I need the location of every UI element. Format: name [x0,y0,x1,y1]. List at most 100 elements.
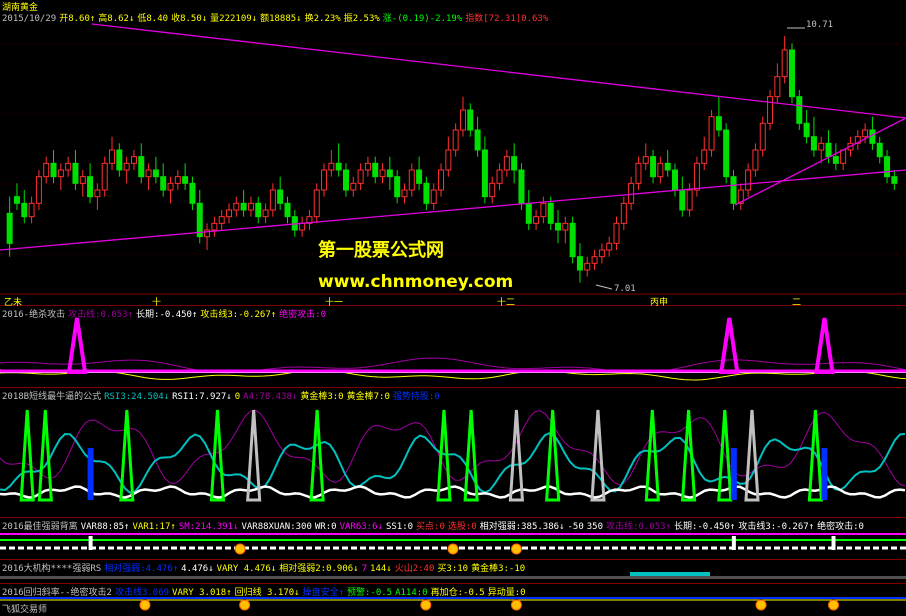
indicator-panel-huigui[interactable]: 2016回归斜率--绝密攻击2 攻击线3.069 VARY 3.018↑ 回归线 3.… [0,584,906,616]
main-info-item: 高8.62↓ [98,14,135,24]
candle-body [87,176,94,198]
smiley-icon [510,543,522,555]
p3-info-item: 黄金棒3:0 [300,392,344,402]
p5-info-item: 火山2:40 [394,564,435,574]
candle-body [174,176,181,184]
candle-body [247,202,254,211]
p3-spike-green [463,409,479,502]
candle-body [357,169,364,184]
main-chart-panel[interactable]: 湖南黄金 2015/10/29 开8.60↑ 高8.62↓ 低8.40 收8.50↓ 量2… [0,0,906,308]
p3-info-item: 黄金棒7:0 [346,392,390,402]
p5-info-item: VARY 4.476↓ [216,564,277,574]
candle-body [613,222,620,244]
p3-info-item: 0 [234,392,241,402]
candle-body [723,129,730,178]
candle-body [218,216,225,224]
candle-body [876,142,883,158]
candle-body [445,149,452,171]
candle-body [503,156,510,171]
p4-info-item: VAR1:17↑ [132,522,176,532]
main-info-item: 换2.23% [304,14,341,24]
candle-body [416,169,423,184]
candle-body [101,162,108,191]
p6-info-item: 攻击线3.069 [114,588,170,598]
candle-body [745,169,752,191]
candlestick-chart[interactable] [0,0,906,306]
main-info-item: 开8.60↑ [59,14,96,24]
watermark-url: www.chnmoney.com [318,272,514,292]
p6-info-bar: 2016回归斜率--绝密攻击2 攻击线3.069 VARY 3.018↑ 回归线 3.… [2,585,529,598]
candle-body [335,162,342,171]
p6-info-item: 回归线 3.170↓ [234,588,300,598]
p4-info-item: 攻击线:0.053↑ [606,522,671,532]
candle-body [796,96,803,124]
p3-spike-green [309,409,325,502]
candle-body [284,202,291,218]
p2-info-item: 绝密攻击:0 [279,310,327,320]
p4-info-item: 绝密攻击:0 [817,522,864,532]
p5-info-item: 2016大机构****强弱RS [2,564,102,574]
p2-info-item: 2016-绝杀攻击 [2,310,66,320]
candle-body [481,149,488,198]
candle-body [628,182,635,204]
p4-info-item: 买点:0 [416,522,445,532]
candle-body [620,202,627,224]
candle-body [160,176,167,191]
p2-info-item: 攻击线3:-0.267↑ [200,310,277,320]
candle-body [255,202,262,218]
candle-body [672,169,678,191]
p4-bar [731,536,736,550]
candle-body [116,149,123,171]
candle-body [386,169,393,178]
candle-body [394,176,401,198]
smiley-icon [239,599,251,611]
candle-body [94,189,101,198]
p3-line-purple [0,409,906,487]
main-info-item: 量222109↓ [210,14,258,24]
p6-info-item: 异动量:0 [487,588,526,598]
p3-line-cyan [0,431,906,494]
p3-info-item: RSI1:7.927↓ [172,392,232,402]
p6-info-item: 再加仓:-0.5 [430,588,485,598]
candle-body [818,142,825,151]
p5-info-bar: 2016大机构****强弱RS 相对强弱:4.476↑ 4.476↓ VARY 4.4… [2,561,528,574]
candle-body [715,116,722,131]
p5-bar [0,576,906,579]
p6-info-item: VARY 3.018↑ [172,588,232,598]
p4-bar [88,536,93,550]
candle-body [269,189,276,211]
p6-info-item: 2016回归斜率--绝密攻击2 [2,588,112,598]
main-info-item: 指数[72.31]0.63% [465,14,549,24]
smiley-icon [420,599,432,611]
candle-body [145,169,152,178]
p3-bar-blue [730,448,737,500]
p3-info-item: 2018B短线最牛逼的公式 [2,392,102,402]
p4-info-item: 选股:0 [447,522,477,532]
p3-chart [0,409,906,502]
candle-body [138,156,145,178]
candle-body [50,162,57,178]
p3-bar-blue [87,448,94,500]
p3-info-item: A4:78.438↓ [243,392,298,402]
candle-body [109,149,116,164]
candle-body [657,162,664,178]
indicator-panel-duanxian[interactable]: 2018B短线最牛逼的公式 RSI3:24.504↓ RSI1:7.927↓ 0 A4:… [0,388,906,518]
candle-body [123,162,130,171]
smiley-icon [510,599,522,611]
indicator-panel-qiangruo[interactable]: 2016最佳强弱背离 VAR88:85↑ VAR1:17↑ SM:214.391↓ VA… [0,518,906,560]
p3-info-item: RSI3:24.504↓ [104,392,170,402]
candle-body [840,149,847,164]
candle-body [299,222,306,231]
indicator-panel-rs[interactable]: 2016大机构****强弱RS 相对强弱:4.476↑ 4.476↓ VARY 4.4… [0,560,906,584]
candle-body [759,122,766,151]
candle-body [752,149,759,171]
p3-info-bar: 2018B短线最牛逼的公式 RSI3:24.504↓ RSI1:7.927↓ 0 A4:… [2,389,443,402]
candle-body [313,189,320,218]
p6-info-item: A114:0 [395,588,428,598]
p4-info-item: VAR88XUAN:300 [241,522,312,532]
candle-body [693,162,700,191]
candle-body [152,169,159,178]
indicator-panel-jueshagongji[interactable]: 2016-绝杀攻击 攻击线:0.053↑ 长期:-0.450↑ 攻击线3:-0.267… [0,306,906,388]
candle-body [452,129,459,151]
p2-info-bar: 2016-绝杀攻击 攻击线:0.053↑ 长期:-0.450↑ 攻击线3:-0.267… [2,307,329,320]
